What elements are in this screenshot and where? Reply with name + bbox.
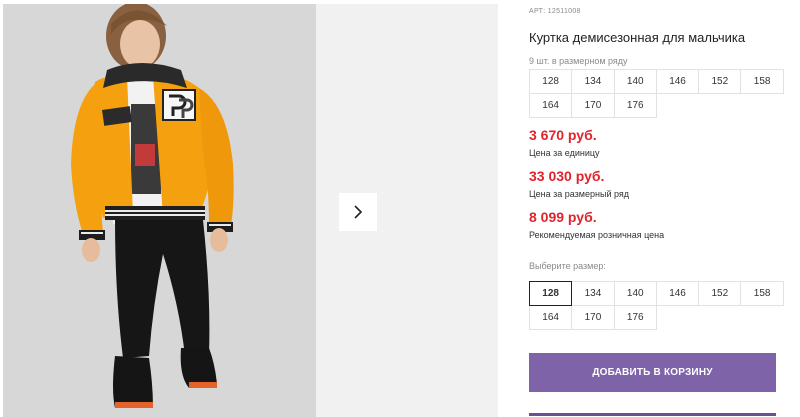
pack-size-cell: 146 [655, 69, 700, 94]
pack-size-grid: 128 134 140 146 152 158 164 170 176 [529, 69, 784, 118]
product-photo[interactable] [3, 4, 316, 417]
choose-size-label: Выберите размер: [529, 261, 606, 271]
boy-in-jacket-image [3, 4, 316, 417]
pack-size-label: 9 шт. в размерном ряду [529, 56, 628, 66]
retail-price-label: Рекомендуемая розничная цена [529, 230, 665, 240]
add-to-cart-button[interactable]: ДОБАВИТЬ В КОРЗИНУ [529, 353, 776, 392]
next-image-button[interactable] [339, 193, 377, 231]
pack-size-cell: 134 [571, 69, 615, 94]
size-option-selected[interactable]: 128 [529, 281, 573, 306]
size-picker: 128 134 140 146 152 158 164 170 176 [529, 281, 784, 330]
size-option[interactable]: 158 [740, 281, 784, 306]
product-title: Куртка демисезонная для мальчика [529, 30, 746, 45]
pack-size-cell: 158 [740, 69, 784, 94]
pack-size-cell: 152 [698, 69, 742, 94]
chevron-right-icon [354, 205, 363, 219]
pack-size-cell: 176 [613, 93, 657, 118]
size-option[interactable]: 134 [571, 281, 615, 306]
unit-price-label: Цена за единицу [529, 148, 600, 158]
size-option[interactable]: 152 [698, 281, 742, 306]
product-gallery [0, 0, 498, 417]
article-number: АРТ: 12511008 [529, 8, 581, 15]
next-button-edge [529, 413, 776, 416]
size-option[interactable]: 176 [613, 305, 657, 330]
unit-price: 3 670 руб. [529, 127, 597, 143]
pack-size-cell: 170 [571, 93, 615, 118]
size-option[interactable]: 140 [613, 281, 657, 306]
size-option[interactable]: 146 [655, 281, 700, 306]
pack-size-cell: 164 [529, 93, 573, 118]
size-option[interactable]: 170 [571, 305, 615, 330]
retail-price: 8 099 руб. [529, 209, 597, 225]
pack-price: 33 030 руб. [529, 168, 605, 184]
pack-size-cell: 140 [613, 69, 657, 94]
pack-size-cell: 128 [529, 69, 573, 94]
size-option[interactable]: 164 [529, 305, 573, 330]
pack-price-label: Цена за размерный ряд [529, 189, 630, 199]
